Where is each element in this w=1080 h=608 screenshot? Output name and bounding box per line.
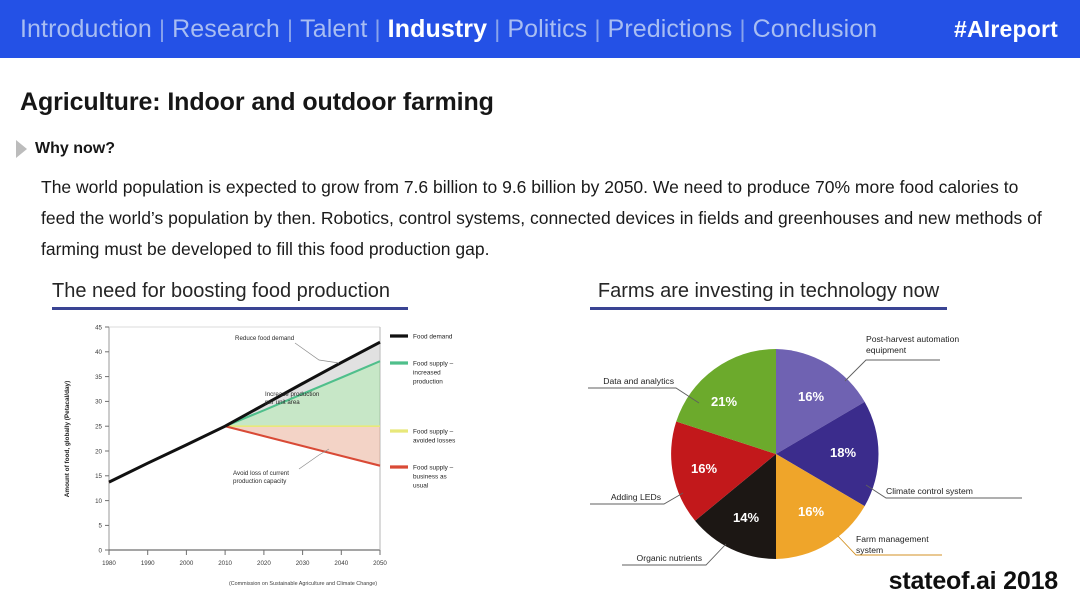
y-tick-label: 10 [95,498,102,505]
nav-item-introduction[interactable]: Introduction [20,16,152,42]
legend-label-food-demand: Food demand [413,333,453,340]
annotation-label: Avoid loss of current [233,470,289,477]
pie-callout-farm-management-2: system [856,545,883,555]
nav-separator: | [594,15,601,43]
y-tick-label: 45 [95,324,102,331]
pie-value-data-analytics: 21% [711,394,737,409]
pie-value-farm-management: 16% [798,504,824,519]
brand-footer: stateof.ai 2018 [888,567,1059,595]
legend-label-business-as-usual-3: usual [413,482,428,489]
why-now-label: Why now? [35,140,115,157]
legend-label-increased-production-1: Food supply – [413,360,454,367]
left-panel-heading: The need for boosting food production [52,280,408,310]
nav-item-talent[interactable]: Talent [300,16,367,42]
top-navigation-bar: Introduction | Research | Talent | Indus… [0,0,1080,58]
legend-label-avoided-losses-2: avoided losses [413,437,455,444]
body-paragraph: The world population is expected to grow… [41,177,1042,259]
y-tick-label: 20 [95,448,102,455]
y-tick-label: 15 [95,473,102,480]
x-tick-label: 2000 [180,560,194,567]
slide-canvas: Introduction | Research | Talent | Indus… [0,0,1080,608]
annotation-label: per unit area [265,399,300,406]
page-title: Agriculture: Indoor and outdoor farming [20,88,494,116]
pie-value-climate-control: 18% [830,445,856,460]
x-tick-label: 2030 [296,560,310,567]
x-tick-label: 2050 [373,560,387,567]
pie-value-organic-nutrients: 14% [733,510,759,525]
annotation-label: production capacity [233,478,287,485]
y-axis-title: Amount of food, globally (Petacal/day) [64,381,71,497]
y-tick-label: 25 [95,424,102,431]
x-tick-label: 2040 [334,560,348,567]
x-tick-label: 2010 [218,560,232,567]
nav-separator: | [494,15,501,43]
report-hashtag: #AIreport [953,15,1058,42]
nav-separator: | [286,15,294,43]
pie-callout-post-harvest-2: equipment [866,345,907,355]
y-tick-label: 35 [95,374,102,381]
x-tick-label: 1980 [102,560,116,567]
right-panel-heading: Farms are investing in technology now [590,280,947,310]
legend-label-business-as-usual-2: business as [413,473,447,480]
pie-value-adding-leds: 16% [691,461,717,476]
nav-item-conclusion[interactable]: Conclusion [753,16,878,42]
nav-separator: | [739,15,746,43]
annotation-label: Reduce food demand [235,335,295,342]
y-tick-label: 30 [95,399,102,406]
y-tick-label: 0 [99,547,103,554]
y-tick-label: 5 [99,523,103,530]
x-tick-label: 1990 [141,560,155,567]
nav-item-politics[interactable]: Politics [507,16,587,42]
pie-callout-data-analytics: Data and analytics [603,376,674,386]
legend-label-increased-production-3: production [413,378,443,385]
nav-item-research[interactable]: Research [172,16,280,42]
pie-callout-post-harvest-1: Post-harvest automation [866,334,959,344]
farm-technology-investment-pie-chart: 16% 18% 16% 14% 16% 21% Post-harvest aut… [566,318,1080,590]
why-now-heading-row: Why now? [16,140,115,158]
pie-value-post-harvest: 16% [798,389,824,404]
food-production-line-chart: 45 40 35 30 25 20 15 10 5 0 Amount of fo… [47,315,459,600]
x-tick-label: 2020 [257,560,271,567]
pie-callout-adding-leds: Adding LEDs [611,492,661,502]
nav-separator: | [158,15,166,43]
legend-label-business-as-usual-1: Food supply – [413,464,454,471]
chart-source-note: (Commission on Sustainable Agriculture a… [229,581,377,587]
nav-item-predictions[interactable]: Predictions [608,16,733,42]
pie-callout-climate-control: Climate control system [886,486,973,496]
annotation-label: Increase production [265,391,320,398]
legend-label-avoided-losses-1: Food supply – [413,428,454,435]
y-tick-label: 40 [95,349,102,356]
pie-callout-organic-nutrients: Organic nutrients [637,553,702,563]
pie-callout-farm-management-1: Farm management [856,534,929,544]
triangle-bullet-icon [16,140,27,158]
legend-label-increased-production-2: increased [413,369,441,376]
nav-item-industry[interactable]: Industry [388,16,487,42]
nav-separator: | [374,15,381,43]
nav-item-list: Introduction | Research | Talent | Indus… [20,15,878,43]
